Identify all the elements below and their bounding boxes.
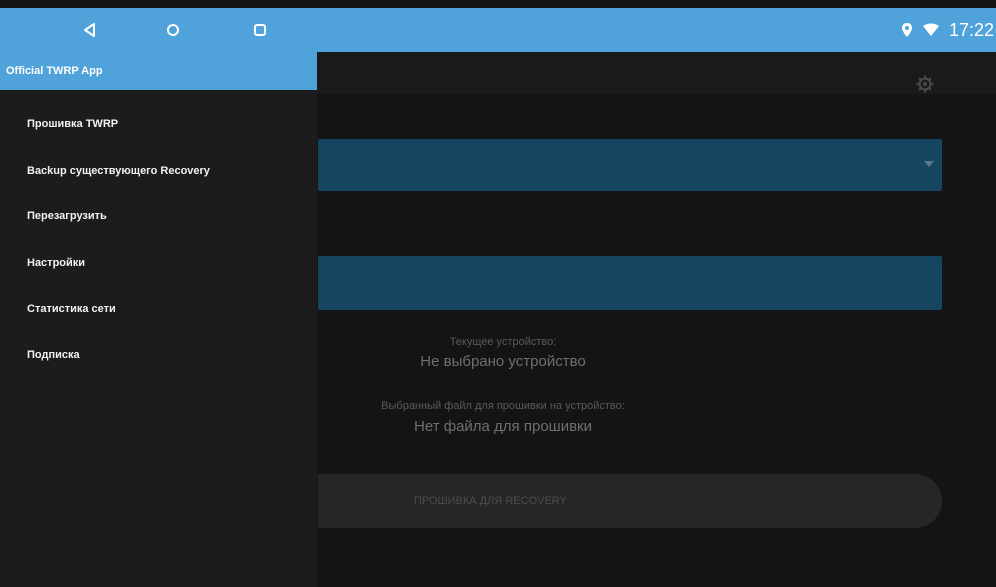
selected-file-label: Выбранный файл для прошивки на устройств… (381, 400, 625, 412)
drawer-item-label: Перезагрузить (27, 210, 107, 222)
navigation-drawer: Official TWRP App Прошивка TWRP Backup с… (0, 52, 317, 587)
flash-recovery-button[interactable]: ПРОШИВКА ДЛЯ RECOVERY (318, 474, 942, 528)
drawer-item-label: Backup существующего Recovery (27, 165, 210, 177)
status-time: 17:22 (948, 19, 994, 40)
device-select-dropdown[interactable] (318, 139, 942, 191)
recents-button[interactable] (240, 8, 280, 52)
drawer-item-label: Статистика сети (27, 303, 116, 315)
status-bar: 17:22 (0, 8, 996, 52)
home-button[interactable] (153, 8, 193, 52)
chevron-down-icon (924, 161, 934, 167)
home-circle-icon (167, 24, 179, 36)
selected-file-value: Нет файла для прошивки (414, 418, 592, 435)
wifi-icon (922, 23, 939, 36)
drawer-item-reboot[interactable]: Перезагрузить (0, 196, 317, 236)
drawer-item-label: Прошивка TWRP (27, 118, 119, 130)
drawer-item-subscription[interactable]: Подписка (0, 335, 317, 375)
android-screen: 17:22 Текущее устройство: Не выбрано уст… (0, 0, 996, 587)
drawer-header: Official TWRP App (0, 52, 317, 90)
gear-icon[interactable] (916, 75, 934, 93)
status-indicators: 17:22 (901, 8, 994, 52)
drawer-item-label: Настройки (27, 257, 86, 269)
flash-recovery-button-label: ПРОШИВКА ДЛЯ RECOVERY (414, 495, 567, 507)
drawer-item-backup-recovery[interactable]: Backup существующего Recovery (0, 151, 317, 191)
back-button[interactable] (70, 8, 110, 52)
file-select-field[interactable] (318, 256, 942, 310)
recents-square-icon (254, 24, 266, 36)
back-triangle-icon (84, 23, 95, 37)
drawer-item-label: Подписка (27, 349, 80, 361)
drawer-item-network-stats[interactable]: Статистика сети (0, 289, 317, 329)
drawer-title: Official TWRP App (6, 65, 103, 77)
drawer-item-flash-twrp[interactable]: Прошивка TWRP (0, 104, 317, 144)
location-pin-icon (901, 23, 912, 37)
current-device-label: Текущее устройство: (449, 336, 557, 348)
current-device-value: Не выбрано устройство (420, 353, 586, 370)
drawer-item-settings[interactable]: Настройки (0, 243, 317, 283)
